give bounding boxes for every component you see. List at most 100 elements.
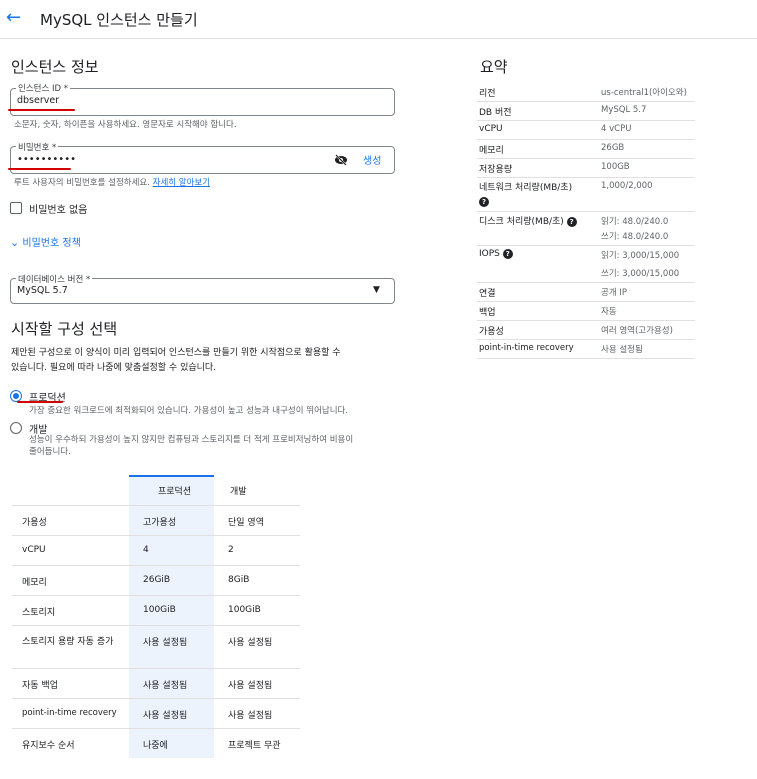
- comparison-cell: 스토리지: [22, 608, 56, 618]
- production-column-highlight: [129, 729, 214, 758]
- summary-key: DB 버전: [479, 108, 512, 118]
- instance-id-value[interactable]: dbserver: [17, 95, 59, 106]
- no-password-label[interactable]: 비밀번호 없음: [29, 201, 87, 216]
- summary-value: 쓰기: 48.0/240.0: [601, 232, 669, 242]
- generate-password-button[interactable]: 생성: [363, 152, 381, 167]
- comparison-cell: 나중에: [143, 741, 168, 751]
- summary-key-text: 네트워크 처리량(MB/초): [479, 183, 573, 193]
- summary-row: vCPU 4 vCPU: [477, 121, 695, 140]
- summary-row: 가용성 여러 영역(고가용성): [477, 321, 695, 340]
- help-icon[interactable]: ?: [479, 197, 489, 207]
- summary-key: IOPS ?: [479, 249, 513, 259]
- annotation-underline: [17, 401, 63, 403]
- summary-value: 읽기: 48.0/240.0: [601, 217, 669, 227]
- db-version-value[interactable]: MySQL 5.7: [17, 285, 68, 296]
- learn-more-link[interactable]: 자세히 알아보기: [153, 178, 210, 188]
- comparison-cell: 사용 설정됨: [228, 638, 273, 648]
- comparison-row: point-in-time recovery 사용 설정됨 사용 설정됨: [12, 698, 300, 728]
- page-title: MySQL 인스턴스 만들기: [40, 11, 198, 29]
- summary-row: DB 버전 MySQL 5.7: [477, 102, 695, 121]
- config-description: 제안된 구성으로 이 양식이 미리 입력되어 인스턴스를 만들기 위한 시작점으…: [11, 346, 341, 376]
- production-column-highlight: [129, 566, 214, 595]
- comparison-cell: 사용 설정됨: [143, 711, 188, 721]
- comparison-row: 유지보수 순서 나중에 프로젝트 무관: [12, 728, 300, 758]
- annotation-underline: [8, 109, 75, 111]
- comparison-cell: 2: [228, 545, 234, 555]
- summary-key: 네트워크 처리량(MB/초) ?: [479, 181, 579, 209]
- summary-value: 4 vCPU: [601, 124, 632, 134]
- summary-value: 1,000/2,000: [601, 181, 653, 191]
- summary-key: vCPU: [479, 124, 503, 134]
- password-value[interactable]: ••••••••••: [17, 154, 76, 165]
- config-heading: 시작할 구성 선택: [11, 320, 118, 338]
- development-description-line: 줄어듭니다.: [29, 447, 71, 457]
- comparison-row: 스토리지 용량 자동 증가 사용 설정됨 사용 설정됨: [12, 625, 300, 668]
- comparison-cell: 고가용성: [143, 518, 177, 528]
- comparison-cell: 사용 설정됨: [143, 681, 188, 691]
- summary-key-text: IOPS: [479, 249, 500, 259]
- summary-row: point-in-time recovery 사용 설정됨: [477, 340, 695, 359]
- help-icon[interactable]: ?: [566, 217, 577, 227]
- summary-key-text: 디스크 처리량(MB/초): [479, 217, 564, 227]
- instance-id-hint: 소문자, 숫자, 하이픈을 사용하세요. 영문자로 시작해야 합니다.: [14, 120, 237, 130]
- comparison-header-row: 프로덕션 개발: [12, 475, 300, 505]
- password-hint-text: 루트 사용자의 비밀번호를 설정하세요.: [14, 178, 150, 188]
- annotation-underline: [8, 168, 71, 170]
- comparison-cell: 단일 영역: [228, 518, 264, 528]
- summary-value: MySQL 5.7: [601, 105, 647, 115]
- summary-value: 쓰기: 3,000/15,000: [601, 269, 680, 279]
- comparison-cell: 100GiB: [143, 605, 176, 615]
- password-hint: 루트 사용자의 비밀번호를 설정하세요. 자세히 알아보기: [14, 176, 210, 188]
- summary-key: 디스크 처리량(MB/초) ?: [479, 215, 589, 229]
- config-description-line: 제안된 구성으로 이 양식이 미리 입력되어 인스턴스를 만들기 위한 시작점으…: [11, 348, 341, 358]
- summary-key: 연결: [479, 289, 496, 299]
- summary-row: 네트워크 처리량(MB/초) ? 1,000/2,000: [477, 178, 695, 212]
- summary-value: 사용 설정됨: [601, 345, 643, 355]
- summary-value: 공개 IP: [601, 288, 627, 298]
- comparison-cell: 가용성: [22, 518, 47, 528]
- back-arrow-icon[interactable]: ←: [6, 8, 26, 28]
- comparison-cell: point-in-time recovery: [22, 708, 117, 718]
- summary-key: 메모리: [479, 146, 504, 156]
- summary-value: us-central1(아이오와): [601, 88, 687, 98]
- visibility-off-icon[interactable]: [334, 154, 348, 166]
- comparison-cell: 사용 설정됨: [228, 681, 273, 691]
- db-version-label: 데이터베이스 버전 *: [16, 273, 93, 285]
- comparison-header: 프로덕션: [158, 487, 192, 497]
- no-password-checkbox[interactable]: [10, 202, 22, 214]
- comparison-row: 자동 백업 사용 설정됨 사용 설정됨: [12, 668, 300, 698]
- summary-row: IOPS ? 읽기: 3,000/15,000 쓰기: 3,000/15,000: [477, 246, 695, 283]
- comparison-cell: 메모리: [22, 578, 47, 588]
- summary-key: 백업: [479, 308, 496, 318]
- summary-table: 리전 us-central1(아이오와) DB 버전 MySQL 5.7 vCP…: [477, 83, 695, 359]
- development-description-line: 성능이 우수하되 가용성이 높지 않지만 컴퓨팅과 스토리지를 더 적게 프로비…: [29, 435, 354, 445]
- comparison-cell: 8GiB: [228, 575, 250, 585]
- top-bar: ← MySQL 인스턴스 만들기: [0, 0, 757, 39]
- summary-row: 디스크 처리량(MB/초) ? 읽기: 48.0/240.0 쓰기: 48.0/…: [477, 212, 695, 246]
- summary-value: 읽기: 3,000/15,000: [601, 251, 680, 261]
- password-policy-label[interactable]: 비밀번호 정책: [22, 238, 80, 249]
- help-icon[interactable]: ?: [502, 249, 513, 259]
- instance-id-label: 인스턴스 ID *: [16, 82, 70, 94]
- comparison-cell: 4: [143, 545, 149, 555]
- production-column-highlight: [129, 536, 214, 565]
- comparison-cell: vCPU: [22, 545, 46, 555]
- comparison-cell: 100GiB: [228, 605, 261, 615]
- chevron-down-icon: ⌄: [10, 236, 20, 249]
- comparison-row: vCPU 4 2: [12, 535, 300, 565]
- development-radio[interactable]: [10, 422, 22, 434]
- comparison-row: 스토리지 100GiB 100GiB: [12, 595, 300, 625]
- comparison-cell: 자동 백업: [22, 681, 58, 691]
- config-description-line: 있습니다. 필요에 따라 나중에 맞춤설정할 수 있습니다.: [11, 363, 217, 373]
- development-description: 성능이 우수하되 가용성이 높지 않지만 컴퓨팅과 스토리지를 더 적게 프로비…: [29, 434, 353, 458]
- comparison-cell: 스토리지 용량 자동 증가: [22, 637, 114, 647]
- comparison-cell: 사용 설정됨: [143, 638, 188, 648]
- summary-row: 저장용량 100GB: [477, 159, 695, 178]
- summary-row: 리전 us-central1(아이오와): [477, 83, 695, 102]
- comparison-cell: 프로젝트 무관: [228, 741, 281, 751]
- dropdown-arrow-icon[interactable]: ▼: [373, 285, 380, 295]
- summary-key: 가용성: [479, 327, 504, 337]
- password-policy-toggle[interactable]: ⌄ 비밀번호 정책: [10, 234, 81, 249]
- summary-row: 백업 자동: [477, 302, 695, 321]
- summary-heading: 요약: [480, 58, 508, 76]
